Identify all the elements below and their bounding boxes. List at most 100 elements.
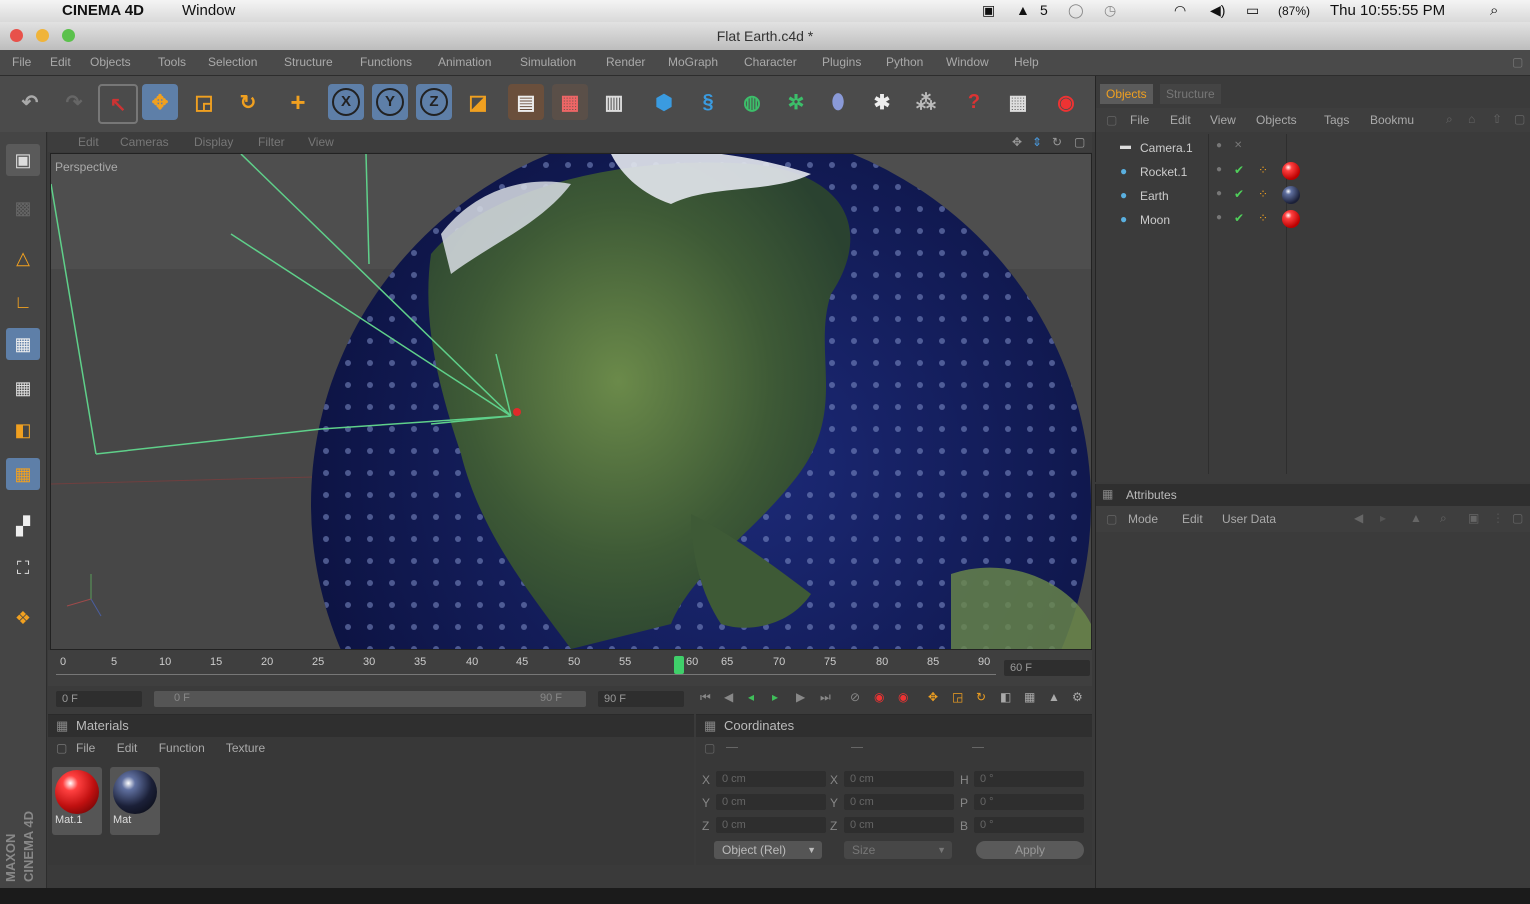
viewport[interactable]: Perspective: [50, 153, 1092, 650]
rotation-p-field[interactable]: 0 °: [974, 794, 1084, 810]
objects-menu-view[interactable]: View: [1210, 113, 1236, 127]
object-row-rocket[interactable]: ● Rocket.1 ● ✔ ⁘: [1106, 162, 1516, 184]
start-frame-field[interactable]: 0 F: [56, 691, 142, 707]
points-mode-icon[interactable]: △: [6, 242, 40, 274]
z-axis-button[interactable]: Z: [416, 84, 452, 120]
attributes-menu-mode[interactable]: Mode: [1128, 512, 1158, 526]
objects-menu-objects[interactable]: Objects: [1256, 113, 1297, 127]
frame-range-slider[interactable]: 0 F 90 F: [154, 691, 586, 707]
go-to-end-icon[interactable]: ⏭: [820, 690, 831, 705]
viewport-move-icon[interactable]: ✥: [1012, 135, 1022, 149]
object-row-camera[interactable]: ▬ Camera.1 ● ✕: [1106, 138, 1516, 160]
position-y-field[interactable]: 0 cm: [716, 794, 826, 810]
object-mode-icon[interactable]: ▦: [6, 372, 40, 404]
layout-switch-icon[interactable]: ▦: [1000, 84, 1036, 120]
render-picture-viewer-icon[interactable]: ▦: [552, 84, 588, 120]
x-axis-button[interactable]: X: [328, 84, 364, 120]
enabled-check-icon[interactable]: ✔: [1234, 187, 1244, 201]
add-object-icon[interactable]: +: [280, 84, 316, 120]
key-scale-icon[interactable]: ◲: [952, 690, 963, 704]
tag-icon[interactable]: ⁘: [1258, 163, 1268, 177]
material-swatch[interactable]: Mat.1: [52, 767, 102, 835]
clock-icon[interactable]: ◷: [1104, 2, 1116, 19]
tag-icon[interactable]: ⁘: [1258, 211, 1268, 225]
cube-icon[interactable]: ⬢: [646, 84, 682, 120]
tag-icon[interactable]: ⁘: [1258, 187, 1268, 201]
menu-edit[interactable]: Edit: [50, 55, 71, 69]
material-tag-icon[interactable]: [1282, 186, 1300, 204]
texture-mode-icon[interactable]: ▩: [6, 192, 40, 224]
enabled-check-icon[interactable]: ✔: [1234, 211, 1244, 225]
nurbs-icon[interactable]: ◍: [734, 84, 770, 120]
viewport-menu-view[interactable]: View: [308, 135, 334, 149]
apply-button[interactable]: Apply: [976, 841, 1084, 859]
render-view-icon[interactable]: ▤: [508, 84, 544, 120]
menu-file[interactable]: File: [12, 55, 31, 69]
tab-objects[interactable]: Objects: [1100, 84, 1153, 104]
coordinate-mode-select[interactable]: Object (Rel) ▼: [714, 841, 822, 859]
back-arrow-icon[interactable]: ◀: [1354, 511, 1363, 525]
key-rotation-icon[interactable]: ↻: [976, 690, 986, 704]
viewport-maximize-icon[interactable]: ▢: [1074, 135, 1085, 149]
scene-icon[interactable]: ✱: [864, 84, 900, 120]
battery-icon[interactable]: ▭: [1246, 2, 1259, 19]
menu-functions[interactable]: Functions: [360, 55, 412, 69]
layout-icon[interactable]: ▢: [1512, 55, 1523, 69]
new-view-icon[interactable]: ▢: [1514, 112, 1525, 126]
viewport-zoom-icon[interactable]: ⇕: [1032, 135, 1042, 149]
material-swatch[interactable]: Mat: [110, 767, 160, 835]
circle-icon[interactable]: ◯: [1068, 2, 1084, 19]
viewport-menu-filter[interactable]: Filter: [258, 135, 285, 149]
animation-mode-icon[interactable]: ▦: [6, 458, 40, 490]
size-mode-select[interactable]: Size ▼: [844, 841, 952, 859]
visibility-dots-icon[interactable]: ●: [1216, 164, 1222, 175]
end-frame-field[interactable]: 60 F: [1004, 660, 1090, 676]
materials-menu-edit[interactable]: Edit: [117, 741, 138, 755]
timeline[interactable]: 0 5 10 15 20 25 30 35 40 45 50 55 60 65 …: [48, 650, 1092, 686]
position-x-field[interactable]: 0 cm: [716, 771, 826, 787]
size-y-field[interactable]: 0 cm: [844, 794, 954, 810]
material-tag-icon[interactable]: [1282, 162, 1300, 180]
enabled-check-icon[interactable]: ✔: [1234, 163, 1244, 177]
menu-animation[interactable]: Animation: [438, 55, 491, 69]
record-key-icon[interactable]: ◉: [874, 690, 884, 704]
camera-icon[interactable]: ▣: [982, 2, 995, 19]
menu-render[interactable]: Render: [606, 55, 645, 69]
menu-python[interactable]: Python: [886, 55, 923, 69]
materials-menu-function[interactable]: Function: [159, 741, 205, 755]
key-param-icon[interactable]: ◧: [1000, 690, 1011, 704]
volume-icon[interactable]: ◀): [1210, 2, 1225, 19]
workplane-icon[interactable]: ▞: [6, 510, 40, 542]
menu-structure[interactable]: Structure: [284, 55, 333, 69]
menu-selection[interactable]: Selection: [208, 55, 257, 69]
adobe-icon[interactable]: ▲: [1016, 2, 1030, 18]
spline-icon[interactable]: §: [690, 84, 726, 120]
search-icon[interactable]: ⌕: [1440, 511, 1447, 526]
play-icon[interactable]: ▸: [772, 690, 778, 704]
disabled-icon[interactable]: ✕: [1234, 140, 1242, 151]
materials-menu-file[interactable]: File: [76, 741, 95, 755]
menu-simulation[interactable]: Simulation: [520, 55, 576, 69]
menu-mograph[interactable]: MoGraph: [668, 55, 718, 69]
render-settings-icon[interactable]: ▥: [596, 84, 632, 120]
forward-arrow-icon[interactable]: ▸: [1380, 511, 1386, 525]
position-z-field[interactable]: 0 cm: [716, 817, 826, 833]
array-icon[interactable]: ✲: [778, 84, 814, 120]
step-back-icon[interactable]: ◀: [724, 690, 733, 704]
rotation-h-field[interactable]: 0 °: [974, 771, 1084, 787]
redo-icon[interactable]: ↷: [56, 84, 92, 120]
snap-icon[interactable]: ⛶: [6, 552, 40, 584]
deformer-icon[interactable]: ⬮: [820, 84, 856, 120]
objects-menu-tags[interactable]: Tags: [1324, 113, 1349, 127]
search-icon[interactable]: ⌕: [1446, 112, 1453, 127]
objects-menu-bookmarks[interactable]: Bookmu: [1370, 113, 1414, 127]
up-icon[interactable]: ⇧: [1492, 112, 1502, 126]
scale-icon[interactable]: ◲: [186, 84, 222, 120]
key-position-icon[interactable]: ✥: [928, 690, 938, 704]
window-menu[interactable]: Window: [182, 2, 235, 19]
go-to-start-icon[interactable]: ⏮: [700, 690, 711, 705]
viewport-menu-display[interactable]: Display: [194, 135, 233, 149]
coordinate-system-icon[interactable]: ◪: [460, 84, 496, 120]
keyframe-icon[interactable]: ⊘: [850, 690, 860, 704]
objects-menu-file[interactable]: File: [1130, 113, 1149, 127]
